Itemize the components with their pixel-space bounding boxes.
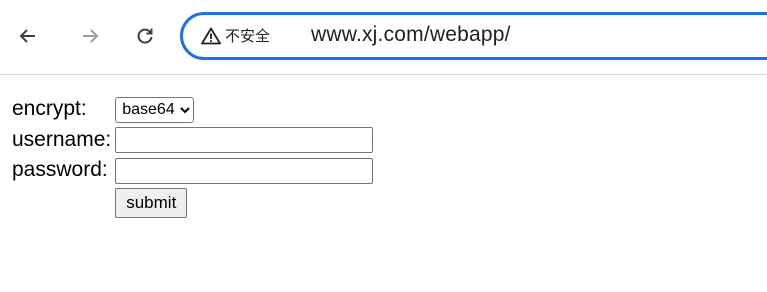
- username-label: username:: [12, 127, 112, 151]
- username-cell: [115, 127, 374, 153]
- username-input[interactable]: [115, 127, 374, 153]
- password-input[interactable]: [115, 157, 374, 184]
- submit-spacer: [12, 188, 113, 218]
- password-row: password:: [12, 157, 374, 184]
- form-table: encrypt: base64 username: password: subm…: [10, 92, 375, 222]
- username-row: username:: [12, 127, 374, 153]
- submit-cell: submit: [115, 187, 373, 218]
- reload-button[interactable]: [131, 22, 159, 50]
- password-label: password:: [12, 158, 108, 182]
- omnibox-clip: 不安全 www.xj.com/webapp/: [0, 0, 767, 74]
- reload-icon: [137, 28, 153, 44]
- browser-toolbar: 不安全 www.xj.com/webapp/: [0, 0, 767, 75]
- back-arrow-icon: [19, 29, 35, 43]
- password-cell: [115, 157, 374, 184]
- address-bar[interactable]: 不安全 www.xj.com/webapp/: [180, 12, 767, 60]
- url-text: www.xj.com/webapp/: [311, 23, 511, 46]
- submit-row: submit: [12, 187, 373, 218]
- encrypt-label: encrypt:: [12, 97, 87, 121]
- encrypt-row: encrypt: base64: [12, 96, 373, 123]
- forward-button[interactable]: [76, 22, 104, 50]
- submit-button[interactable]: submit: [115, 187, 188, 218]
- security-label: 不安全: [225, 27, 271, 45]
- encrypt-cell: base64: [115, 96, 373, 123]
- login-form: encrypt: base64 username: password: subm…: [10, 92, 375, 222]
- forward-arrow-icon: [83, 29, 99, 43]
- back-button[interactable]: [14, 22, 42, 50]
- warning-icon: [201, 27, 221, 44]
- encrypt-select[interactable]: base64: [115, 96, 195, 123]
- security-indicator[interactable]: 不安全: [201, 25, 270, 46]
